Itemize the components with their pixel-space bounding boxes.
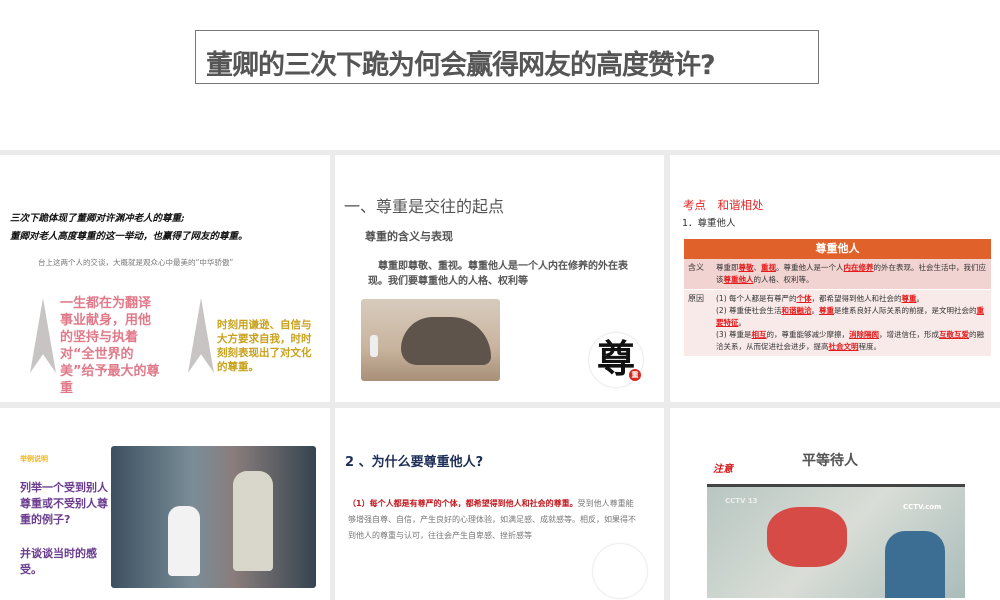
table-row: 原因 (1) 每个人都是有尊严的个体，都希望得到他人和社会的尊重。 (2) 尊重使…: [684, 290, 991, 357]
title-slide-area: 董卿的三次下跪为何会赢得网友的高度赞许?: [0, 0, 1000, 150]
slide-heading: 一、尊重是交往的起点: [344, 197, 505, 216]
slide-thumbnail-6[interactable]: 注意 平等待人 CCTV 13 CCTV.com: [670, 408, 1000, 600]
calligraphy-line-2: 董卿对老人高度尊重的这一举动，也赢得了网友的尊重。: [10, 231, 248, 242]
question-2: 并谈谈当时的感受。: [20, 547, 97, 576]
arrow-decoration: [188, 298, 214, 373]
arrow-decoration: [30, 298, 56, 373]
calligraphy-line-1: 三次下跪体现了董卿对许渊冲老人的尊重;: [10, 213, 185, 224]
respect-table: 尊重他人 含义 尊重即尊敬、重视。尊重他人是一个人内在修养的外在表现。社会生活中…: [684, 239, 991, 357]
body-text: （1）每个人都是有尊严的个体，都希望得到他人和社会的尊重。受到他人尊重能够增强自…: [348, 499, 636, 540]
slide-heading: 2 、为什么要尊重他人?: [345, 455, 484, 470]
gold-text: 时刻用谦逊、自信与大方要求自我，时时刻刻表现出了对文化的尊重。: [217, 319, 312, 373]
slide-thumbnail-5[interactable]: 2 、为什么要尊重他人? （1）每个人都是有尊严的个体，都希望得到他人和社会的尊…: [335, 408, 664, 600]
elephant-photo: [361, 299, 500, 381]
slide-heading: 平等待人: [802, 453, 858, 469]
pink-text: 一生都在为翻译事业献身，用他的坚持与执着对“全世界的美”给予最大的尊重: [60, 296, 160, 396]
seal-logo: [593, 544, 647, 598]
channel-logo: CCTV 13: [725, 497, 758, 505]
slide-thumbnail-3[interactable]: 考点 和谐相处 1．尊重他人 尊重他人 含义 尊重即尊敬、重视。尊重他人是一个人…: [670, 155, 1000, 402]
question-1: 列举一个受到别人尊重或不受别人尊重的例子?: [20, 481, 108, 526]
brand-logo: CCTV.com: [903, 503, 942, 511]
table-header: 尊重他人: [684, 239, 991, 259]
subheading: 尊重的含义与表现: [365, 230, 453, 243]
seal-logo: 尊重: [589, 333, 643, 387]
slide-thumbnail-1[interactable]: 三次下跪体现了董卿对许渊冲老人的尊重; 董卿对老人高度尊重的这一举动，也赢得了网…: [0, 155, 330, 402]
slide-thumbnail-4[interactable]: 举例说明 列举一个受到别人尊重或不受别人尊重的例子? 并谈谈当时的感受。: [0, 408, 330, 600]
table-row: 含义 尊重即尊敬、重视。尊重他人是一个人内在修养的外在表现。社会生活中，我们应该…: [684, 259, 991, 290]
heart-icon: [767, 507, 847, 567]
slide-thumbnail-2[interactable]: 一、尊重是交往的起点 尊重的含义与表现 尊重即尊敬、重视。尊重他人是一个人内在修…: [335, 155, 664, 402]
title-box[interactable]: 董卿的三次下跪为何会赢得网友的高度赞许?: [195, 30, 819, 84]
caption: 台上这两个人的交谈，大概就是观众心中最美的“中华骄傲”: [38, 258, 234, 267]
kaodian-heading: 考点 和谐相处: [683, 198, 764, 212]
item-heading: 1．尊重他人: [682, 218, 736, 229]
news-video-frame[interactable]: CCTV 13 CCTV.com: [707, 484, 965, 598]
stage-photo: [111, 446, 316, 588]
note-label: 注意: [713, 464, 733, 475]
news-anchor: [885, 531, 945, 598]
body-text: 尊重即尊敬、重视。尊重他人是一个人内在修养的外在表现。我们要尊重他人的人格、权利…: [368, 261, 628, 287]
example-label: 举例说明: [20, 455, 48, 463]
